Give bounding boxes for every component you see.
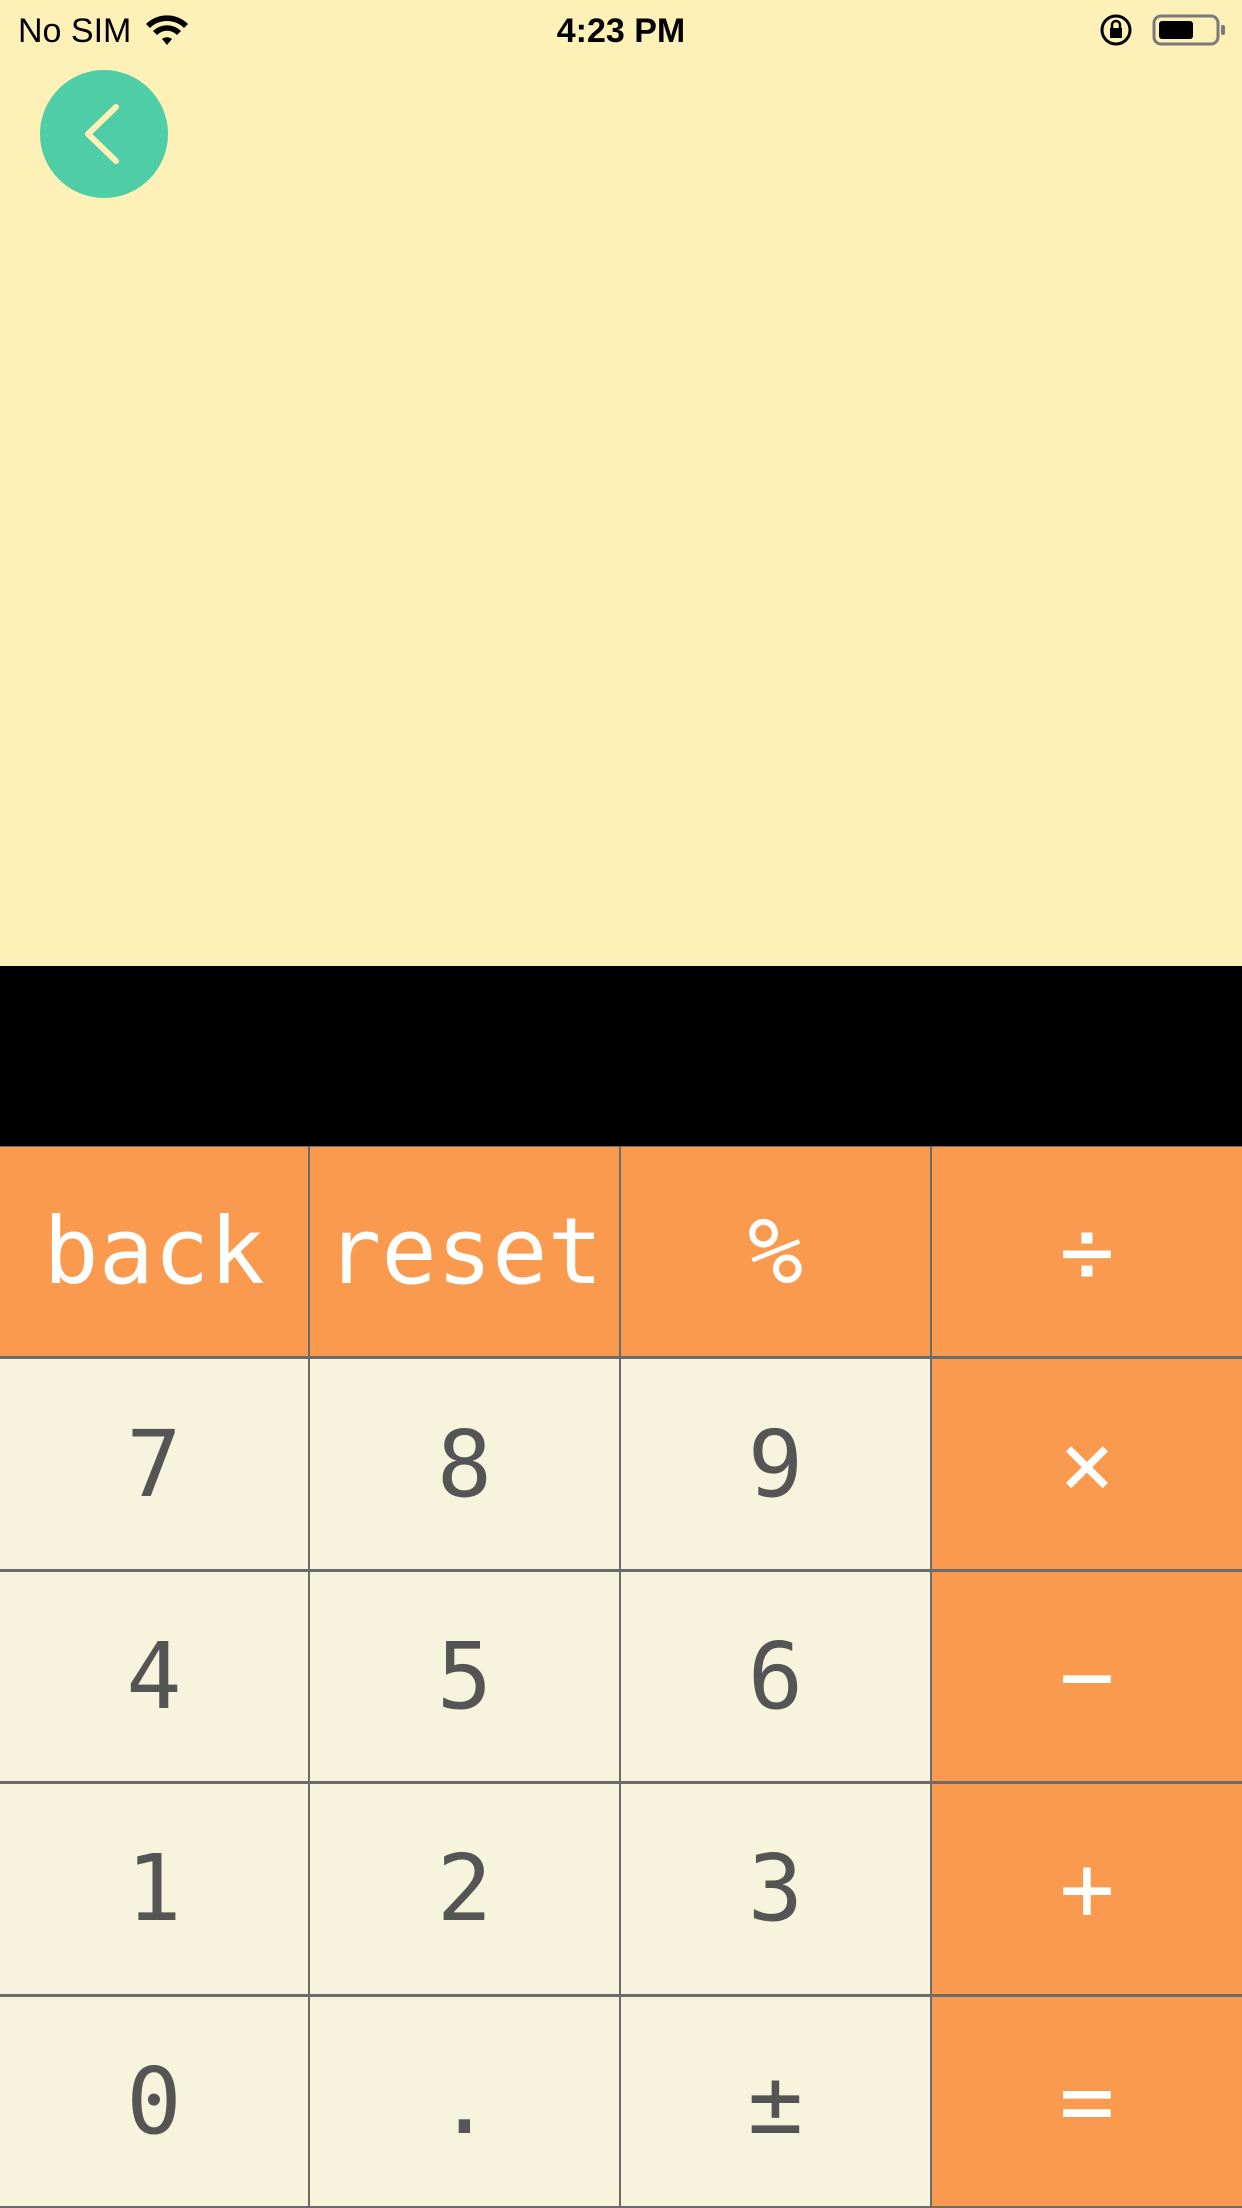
back-key[interactable]: back — [0, 1146, 310, 1359]
clock: 4:23 PM — [556, 12, 686, 50]
digit-4-key[interactable]: 4 — [0, 1570, 310, 1784]
digit-3-key[interactable]: 3 — [621, 1783, 932, 1996]
digit-9-key[interactable]: 9 — [621, 1358, 932, 1571]
calculator-display — [0, 966, 1242, 1146]
digit-5-key[interactable]: 5 — [310, 1570, 621, 1784]
multiply-key[interactable]: × — [932, 1358, 1242, 1571]
chevron-left-icon — [85, 104, 119, 164]
digit-7-key[interactable]: 7 — [0, 1358, 310, 1571]
digit-8-key[interactable]: 8 — [310, 1358, 621, 1571]
digit-2-key[interactable]: 2 — [310, 1783, 621, 1996]
percent-key[interactable]: % — [621, 1146, 932, 1359]
digit-0-key[interactable]: 0 — [0, 1995, 310, 2208]
reset-key[interactable]: reset — [310, 1146, 621, 1359]
status-bar: No SIM 4:23 PM — [0, 0, 1242, 60]
nav-back-button[interactable] — [40, 70, 168, 198]
subtract-key[interactable]: − — [932, 1570, 1242, 1784]
keypad: back reset% ÷ 7 8 9 × 4 5 6− 1 2 3 +0. ± = — [0, 1146, 1242, 2208]
add-key[interactable]: + — [932, 1783, 1242, 1996]
status-indicators — [1098, 12, 1228, 48]
decimal-key[interactable]: . — [310, 1995, 621, 2208]
orientation-lock-icon — [1100, 14, 1132, 46]
battery-icon — [1152, 14, 1225, 46]
equals-key[interactable]: = — [932, 1995, 1242, 2208]
digit-1-key[interactable]: 1 — [0, 1783, 310, 1996]
digit-6-key[interactable]: 6 — [621, 1570, 932, 1784]
sign-toggle-key[interactable]: ± — [621, 1995, 932, 2208]
divide-key[interactable]: ÷ — [932, 1146, 1242, 1359]
